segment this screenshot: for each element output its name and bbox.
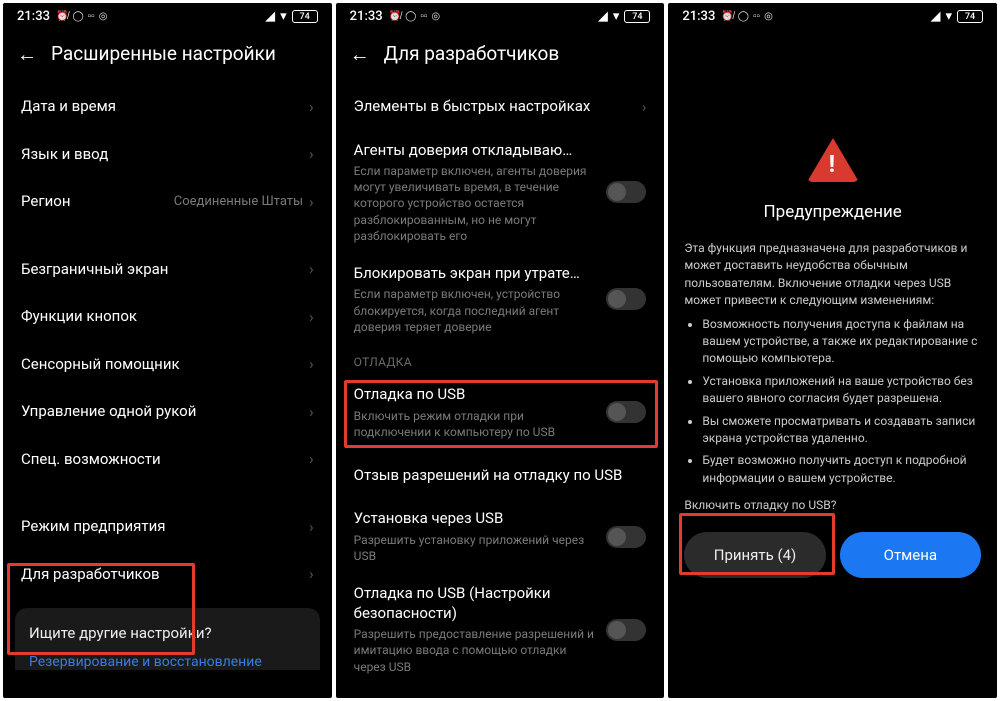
back-icon[interactable]: ←	[17, 44, 37, 64]
header: ← Расширенные настройки	[3, 28, 332, 83]
alarm-off-icon: ⏰̸	[389, 11, 401, 22]
camera-icon: ◎	[99, 11, 108, 22]
chevron-right-icon: ›	[309, 355, 314, 373]
item-usb-debug-security[interactable]: Отладка по USB (Настройки безопасности) …	[336, 574, 665, 685]
battery-icon: 74	[957, 10, 983, 23]
item-accessibility[interactable]: Спец. возможности ›	[3, 436, 332, 484]
dialog-bullet: Установка приложений на ваше устройство …	[702, 373, 981, 408]
signal-icon: ◢	[930, 9, 940, 24]
footer-title: Ищите другие настройки?	[29, 624, 306, 642]
toggle-install-via-usb[interactable]	[606, 526, 646, 548]
signal-icon: ◢	[598, 9, 608, 24]
dialog-bullet: Возможность получения доступа к файлам н…	[702, 316, 981, 368]
footer-suggestions: Ищите другие настройки? Резервирование и…	[15, 608, 320, 670]
status-time: 21:33	[350, 9, 383, 24]
chevron-right-icon: ›	[309, 98, 314, 116]
phone-screen-usb-debug-warning: 21:33 ⏰̸ ◯ ▫▫ ◎ ◢ ▾ 74 Предупреждение Эт…	[668, 3, 997, 698]
dnd-icon: ◯	[738, 11, 749, 22]
item-trust-agents-extend[interactable]: Агенты доверия откладываю… Если параметр…	[336, 131, 665, 254]
footer-link-backup[interactable]: Резервирование и восстановление	[29, 654, 306, 670]
section-debug-label: ОТЛАДКА	[336, 345, 665, 373]
item-edgeless-screen[interactable]: Безграничный экран ›	[3, 246, 332, 294]
wifi-icon: ▾	[613, 9, 620, 24]
item-lock-screen-on-lost-trust[interactable]: Блокировать экран при утрате… Если парам…	[336, 254, 665, 345]
camera-icon: ◎	[764, 11, 773, 22]
accept-button[interactable]: Принять (4)	[684, 532, 825, 578]
item-button-functions[interactable]: Функции кнопок ›	[3, 293, 332, 341]
chevron-right-icon: ›	[309, 308, 314, 326]
wifi-icon: ▾	[945, 9, 952, 24]
dialog-body: Эта функция предназначена для разработчи…	[684, 240, 981, 514]
toggle-lock-on-lost-trust[interactable]	[606, 288, 646, 310]
status-bar: 21:33 ⏰̸ ◯ ▫▫ ◎ ◢ ▾ 74	[336, 3, 665, 28]
toggle-usb-debug-security[interactable]	[606, 619, 646, 641]
item-usb-debugging[interactable]: Отладка по USB Включить режим отладки пр…	[336, 373, 665, 452]
item-enterprise-mode[interactable]: Режим предприятия ›	[3, 503, 332, 551]
cancel-button[interactable]: Отмена	[840, 532, 981, 578]
wifi-icon: ▾	[280, 9, 287, 24]
sync-icon: ▫▫	[420, 11, 427, 22]
item-developer-options[interactable]: Для разработчиков ›	[3, 551, 332, 599]
chevron-right-icon: ›	[309, 518, 314, 536]
dnd-icon: ◯	[72, 11, 83, 22]
dialog-bullet: Будет возможно получить доступ к подробн…	[702, 452, 981, 487]
status-bar: 21:33 ⏰̸ ◯ ▫▫ ◎ ◢ ▾ 74	[3, 3, 332, 28]
dialog-confirm: Включить отладку по USB?	[684, 497, 981, 514]
header: ← Для разработчиков	[336, 28, 665, 83]
chevron-right-icon: ›	[309, 450, 314, 468]
item-touch-assistant[interactable]: Сенсорный помощник ›	[3, 341, 332, 389]
dialog-intro: Эта функция предназначена для разработчи…	[684, 240, 981, 310]
chevron-right-icon: ›	[642, 98, 647, 116]
dialog-bullet: Вы сможете просматривать и создавать зап…	[702, 413, 981, 448]
dialog-bullets: Возможность получения доступа к файлам н…	[684, 316, 981, 488]
status-time: 21:33	[17, 9, 50, 24]
camera-icon: ◎	[431, 11, 440, 22]
sync-icon: ▫▫	[753, 11, 760, 22]
item-language-input[interactable]: Язык и ввод ›	[3, 131, 332, 179]
item-region-value: Соединенные Штаты	[174, 194, 303, 209]
back-icon[interactable]: ←	[350, 44, 370, 64]
chevron-right-icon: ›	[309, 193, 314, 211]
alarm-off-icon: ⏰̸	[56, 11, 68, 22]
toggle-trust-agents[interactable]	[606, 181, 646, 203]
chevron-right-icon: ›	[309, 403, 314, 421]
status-bar: 21:33 ⏰̸ ◯ ▫▫ ◎ ◢ ▾ 74	[668, 3, 997, 28]
item-one-handed[interactable]: Управление одной рукой ›	[3, 388, 332, 436]
toggle-usb-debugging[interactable]	[606, 401, 646, 423]
item-install-via-usb[interactable]: Установка через USB Разрешить установку …	[336, 499, 665, 574]
item-date-time[interactable]: Дата и время ›	[3, 83, 332, 131]
phone-screen-developer-options: 21:33 ⏰̸ ◯ ▫▫ ◎ ◢ ▾ 74 ← Для разработчик…	[336, 3, 665, 698]
page-title: Для разработчиков	[384, 42, 560, 65]
dnd-icon: ◯	[405, 11, 416, 22]
battery-icon: 74	[292, 10, 318, 23]
item-revoke-usb-auth[interactable]: Отзыв разрешений на отладку по USB	[336, 452, 665, 500]
status-time: 21:33	[682, 9, 715, 24]
item-region[interactable]: Регион Соединенные Штаты ›	[3, 178, 332, 226]
warning-triangle-icon	[807, 138, 859, 182]
signal-icon: ◢	[265, 9, 275, 24]
phone-screen-advanced-settings: 21:33 ⏰̸ ◯ ▫▫ ◎ ◢ ▾ 74 ← Расширенные нас…	[3, 3, 332, 698]
item-quick-settings-tiles[interactable]: Элементы в быстрых настройках ›	[336, 83, 665, 131]
alarm-off-icon: ⏰̸	[721, 11, 733, 22]
chevron-right-icon: ›	[309, 565, 314, 583]
battery-icon: 74	[624, 10, 650, 23]
sync-icon: ▫▫	[88, 11, 95, 22]
chevron-right-icon: ›	[309, 145, 314, 163]
chevron-right-icon: ›	[309, 260, 314, 278]
page-title: Расширенные настройки	[51, 42, 276, 65]
dialog-title: Предупреждение	[764, 202, 902, 222]
